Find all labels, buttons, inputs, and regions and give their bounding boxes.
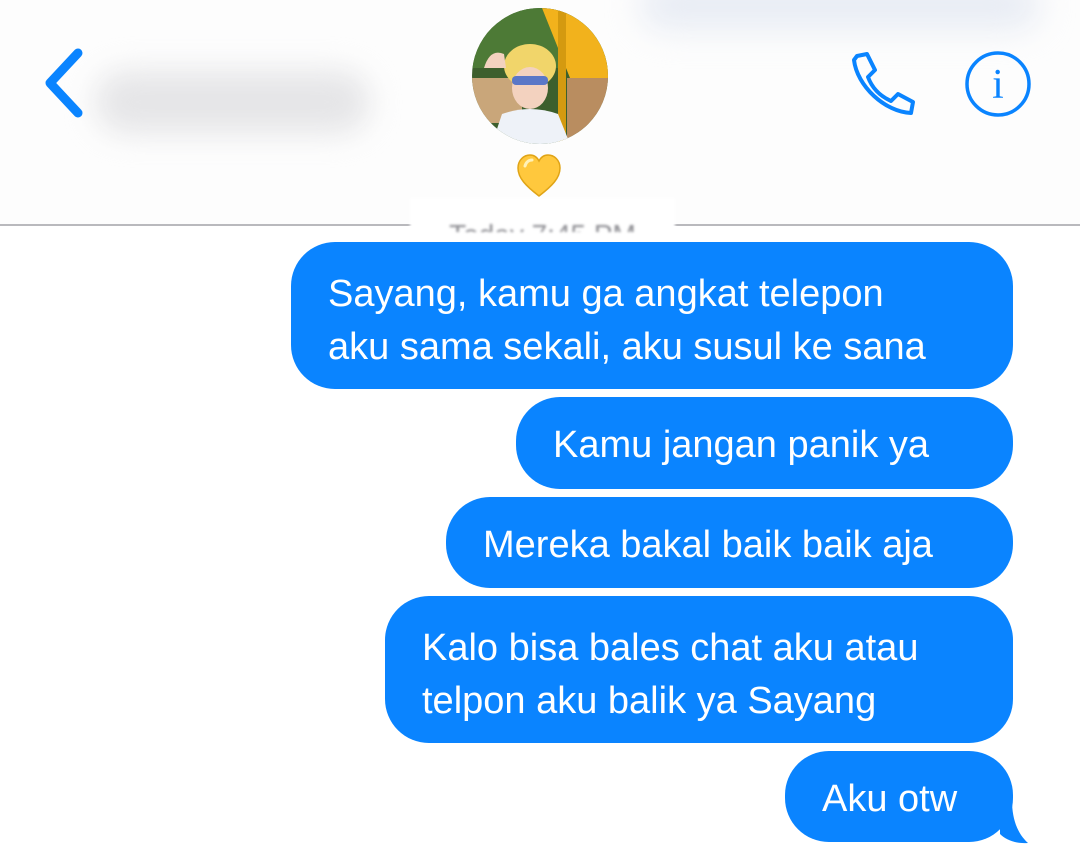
- message-bubble[interactable]: Aku otw: [785, 751, 1013, 842]
- conversation-header: i: [0, 0, 1080, 226]
- message-text-line: Kamu jangan panik ya: [553, 424, 930, 466]
- contact-avatar[interactable]: [472, 8, 608, 144]
- message-text-line: Mereka bakal baik baik aja: [483, 524, 933, 566]
- bubble-tail: [1000, 800, 1028, 844]
- message-text-line: aku sama sekali, aku susul ke sana: [328, 326, 926, 368]
- message-bubble[interactable]: Mereka bakal baik baik aja: [446, 497, 1013, 588]
- back-button[interactable]: [40, 45, 90, 120]
- blurred-status-bar: [640, 0, 1040, 30]
- message-text-line: Sayang, kamu ga angkat telepon: [328, 273, 884, 315]
- message-timestamp: Today 7:45 PM: [410, 198, 675, 232]
- message-bubble[interactable]: Kamu jangan panik ya: [516, 397, 1013, 489]
- info-button[interactable]: i: [964, 50, 1032, 118]
- blurred-contact-name: [95, 70, 370, 134]
- message-bubble[interactable]: Sayang, kamu ga angkat telepon aku sama …: [291, 242, 1013, 389]
- chevron-left-icon: [45, 48, 83, 118]
- message-bubble[interactable]: Kalo bisa bales chat aku atau telpon aku…: [385, 596, 1013, 743]
- phone-icon: [852, 52, 915, 115]
- info-icon: i: [965, 51, 1031, 117]
- message-text-line: Kalo bisa bales chat aku atau: [422, 627, 919, 669]
- yellow-heart-icon: [516, 154, 562, 198]
- call-button[interactable]: [843, 50, 919, 118]
- svg-text:i: i: [992, 62, 1004, 108]
- avatar-photo: [472, 8, 608, 144]
- message-text-line: telpon aku balik ya Sayang: [422, 680, 877, 722]
- message-text-line: Aku otw: [822, 778, 958, 820]
